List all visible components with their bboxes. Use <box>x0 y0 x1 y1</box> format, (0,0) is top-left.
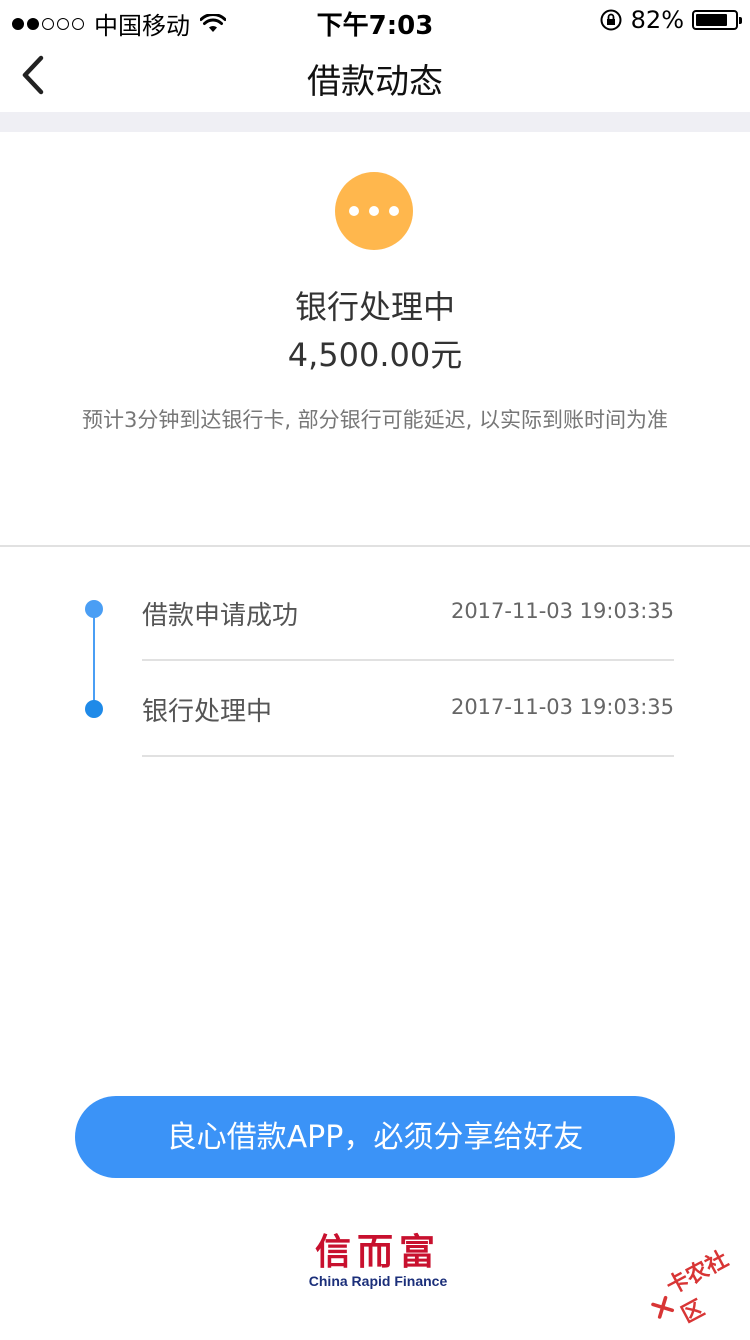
watermark: 卡农社区 <box>639 1236 750 1340</box>
timeline-item: 借款申请成功 2017-11-03 19:03:35 <box>142 565 674 661</box>
section-separator <box>0 112 750 132</box>
timeline-dot <box>85 600 103 618</box>
arrival-note: 预计3分钟到达银行卡, 部分银行可能延迟, 以实际到账时间为准 <box>81 408 669 432</box>
timeline-item-label: 银行处理中 <box>142 697 273 727</box>
logo-name-en: China Rapid Finance <box>308 1273 448 1289</box>
loan-amount: 4,500.00元 <box>287 336 463 374</box>
status-title: 银行处理中 <box>294 288 455 326</box>
nav-bar: 借款动态 <box>0 40 750 112</box>
watermark-text: 卡农社区 <box>662 1246 733 1329</box>
battery-icon <box>692 10 742 30</box>
share-button[interactable]: 良心借款APP，必须分享给好友 <box>75 1096 675 1178</box>
company-logo: 信而富 China Rapid Finance <box>293 1232 463 1290</box>
more-dots-icon <box>335 172 413 250</box>
timeline-item-time: 2017-11-03 19:03:35 <box>450 695 674 719</box>
logo-name-cn: 信而富 <box>314 1231 441 1273</box>
timeline-item: 银行处理中 2017-11-03 19:03:35 <box>142 661 674 757</box>
battery-percent: 82% <box>630 6 684 34</box>
timeline-connector <box>93 612 95 710</box>
status-bar: 中国移动 下午7:03 82% <box>0 0 750 41</box>
rotation-lock-icon <box>600 9 622 31</box>
timeline-dot-current <box>85 700 103 718</box>
timeline-item-label: 借款申请成功 <box>142 601 299 631</box>
divider <box>0 545 750 547</box>
status-bar-right: 82% <box>599 6 742 34</box>
page-title: 借款动态 <box>307 62 443 102</box>
timeline-item-time: 2017-11-03 19:03:35 <box>450 599 674 623</box>
